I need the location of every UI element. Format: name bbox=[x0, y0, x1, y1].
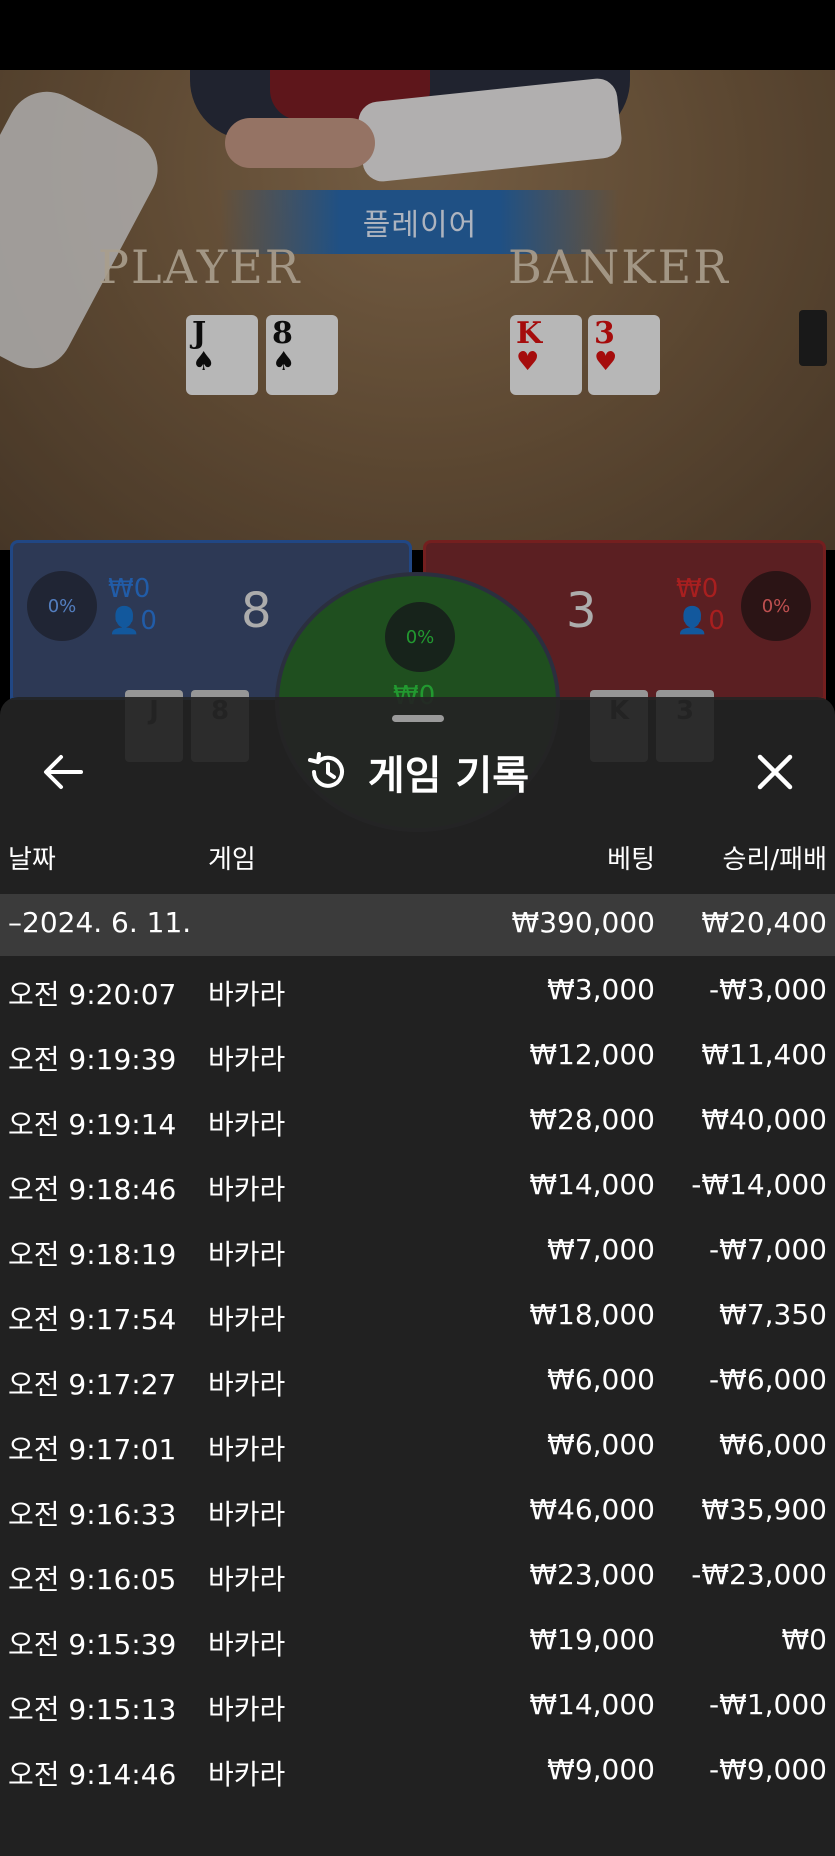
row-winloss: ₩0 bbox=[781, 1623, 828, 1656]
row-bet: ₩19,000 bbox=[529, 1623, 655, 1656]
sheet-grabber[interactable] bbox=[392, 715, 444, 722]
history-row[interactable]: 오전 9:19:39 바카라 ₩12,000 ₩11,400 bbox=[0, 1024, 835, 1089]
row-game: 바카라 bbox=[208, 1368, 286, 1401]
close-button[interactable] bbox=[750, 747, 800, 797]
row-time: 오전 9:17:54 bbox=[8, 1303, 177, 1336]
row-winloss: ₩35,900 bbox=[701, 1493, 827, 1526]
row-time: 오전 9:15:13 bbox=[8, 1693, 177, 1726]
row-winloss: ₩11,400 bbox=[701, 1038, 827, 1071]
summary-winloss: ₩20,400 bbox=[701, 906, 827, 939]
row-game: 바카라 bbox=[208, 1043, 286, 1076]
status-bar bbox=[0, 0, 835, 70]
row-bet: ₩14,000 bbox=[529, 1168, 655, 1201]
row-game: 바카라 bbox=[208, 1108, 286, 1141]
row-time: 오전 9:19:39 bbox=[8, 1043, 177, 1076]
history-row[interactable]: 오전 9:15:39 바카라 ₩19,000 ₩0 bbox=[0, 1609, 835, 1674]
row-game: 바카라 bbox=[208, 1238, 286, 1271]
row-game: 바카라 bbox=[208, 1173, 286, 1206]
row-winloss: -₩7,000 bbox=[709, 1233, 827, 1266]
row-bet: ₩6,000 bbox=[547, 1428, 655, 1461]
row-time: 오전 9:15:39 bbox=[8, 1628, 177, 1661]
row-time: 오전 9:20:07 bbox=[8, 978, 177, 1011]
row-bet: ₩3,000 bbox=[547, 973, 655, 1006]
row-time: 오전 9:18:46 bbox=[8, 1173, 177, 1206]
row-bet: ₩46,000 bbox=[529, 1493, 655, 1526]
row-bet: ₩9,000 bbox=[547, 1753, 655, 1786]
close-icon bbox=[757, 754, 793, 790]
row-game: 바카라 bbox=[208, 1498, 286, 1531]
row-winloss: -₩23,000 bbox=[691, 1558, 827, 1591]
row-game: 바카라 bbox=[208, 1628, 286, 1661]
row-time: 오전 9:14:46 bbox=[8, 1758, 177, 1791]
row-winloss: ₩40,000 bbox=[701, 1103, 827, 1136]
row-bet: ₩12,000 bbox=[529, 1038, 655, 1071]
summary-date: –2024. 6. 11. bbox=[8, 906, 192, 939]
history-row[interactable]: 오전 9:16:33 바카라 ₩46,000 ₩35,900 bbox=[0, 1479, 835, 1544]
row-bet: ₩14,000 bbox=[529, 1688, 655, 1721]
history-row[interactable]: 오전 9:17:54 바카라 ₩18,000 ₩7,350 bbox=[0, 1284, 835, 1349]
row-game: 바카라 bbox=[208, 978, 286, 1011]
game-history-sheet: 게임 기록 날짜 게임 베팅 승리/패배 –2024. 6. 11. ₩390,… bbox=[0, 697, 835, 1856]
column-header-date: 날짜 bbox=[8, 845, 56, 875]
column-header-bet: 베팅 bbox=[607, 845, 655, 875]
row-game: 바카라 bbox=[208, 1433, 286, 1466]
history-row[interactable]: 오전 9:17:01 바카라 ₩6,000 ₩6,000 bbox=[0, 1414, 835, 1479]
row-game: 바카라 bbox=[208, 1758, 286, 1791]
history-icon bbox=[307, 752, 344, 788]
sheet-header: 게임 기록 bbox=[0, 739, 835, 805]
summary-bet: ₩390,000 bbox=[511, 906, 655, 939]
row-bet: ₩23,000 bbox=[529, 1558, 655, 1591]
history-row[interactable]: 오전 9:18:19 바카라 ₩7,000 -₩7,000 bbox=[0, 1219, 835, 1284]
history-row[interactable]: 오전 9:15:13 바카라 ₩14,000 -₩1,000 bbox=[0, 1674, 835, 1739]
row-game: 바카라 bbox=[208, 1693, 286, 1726]
page-title: 게임 기록 bbox=[367, 753, 530, 799]
row-winloss: -₩9,000 bbox=[709, 1753, 827, 1786]
history-list: 오전 9:20:07 바카라 ₩3,000 -₩3,000 오전 9:19:39 바카라… bbox=[0, 959, 835, 1804]
date-summary-row[interactable]: –2024. 6. 11. ₩390,000 ₩20,400 bbox=[0, 894, 835, 956]
history-row[interactable]: 오전 9:19:14 바카라 ₩28,000 ₩40,000 bbox=[0, 1089, 835, 1154]
row-winloss: ₩6,000 bbox=[719, 1428, 827, 1461]
row-winloss: -₩3,000 bbox=[709, 973, 827, 1006]
row-bet: ₩18,000 bbox=[529, 1298, 655, 1331]
row-time: 오전 9:16:05 bbox=[8, 1563, 177, 1596]
row-game: 바카라 bbox=[208, 1303, 286, 1336]
row-time: 오전 9:18:19 bbox=[8, 1238, 177, 1271]
history-row[interactable]: 오전 9:14:46 바카라 ₩9,000 -₩9,000 bbox=[0, 1739, 835, 1804]
column-header-game: 게임 bbox=[208, 845, 256, 875]
history-row[interactable]: 오전 9:20:07 바카라 ₩3,000 -₩3,000 bbox=[0, 959, 835, 1024]
row-time: 오전 9:17:01 bbox=[8, 1433, 177, 1466]
row-winloss: -₩1,000 bbox=[709, 1688, 827, 1721]
row-time: 오전 9:19:14 bbox=[8, 1108, 177, 1141]
history-row[interactable]: 오전 9:16:05 바카라 ₩23,000 -₩23,000 bbox=[0, 1544, 835, 1609]
history-row[interactable]: 오전 9:18:46 바카라 ₩14,000 -₩14,000 bbox=[0, 1154, 835, 1219]
row-winloss: -₩14,000 bbox=[691, 1168, 827, 1201]
row-bet: ₩6,000 bbox=[547, 1363, 655, 1396]
row-time: 오전 9:16:33 bbox=[8, 1498, 177, 1531]
row-bet: ₩28,000 bbox=[529, 1103, 655, 1136]
row-winloss: ₩7,350 bbox=[719, 1298, 827, 1331]
row-time: 오전 9:17:27 bbox=[8, 1368, 177, 1401]
row-bet: ₩7,000 bbox=[547, 1233, 655, 1266]
column-header-winloss: 승리/패배 bbox=[722, 845, 827, 875]
row-winloss: -₩6,000 bbox=[709, 1363, 827, 1396]
row-game: 바카라 bbox=[208, 1563, 286, 1596]
history-row[interactable]: 오전 9:17:27 바카라 ₩6,000 -₩6,000 bbox=[0, 1349, 835, 1414]
